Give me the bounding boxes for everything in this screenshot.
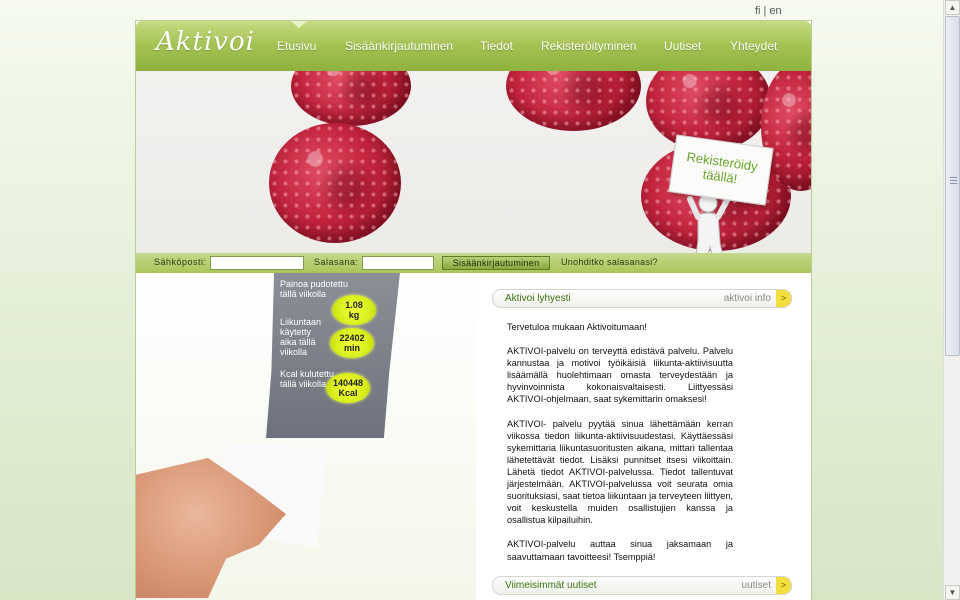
password-field[interactable] [362, 256, 434, 270]
info-paragraph: AKTIVOI-palvelu auttaa sinua jaksamaan j… [507, 539, 733, 562]
stat-exercise-badge: 22402 min [330, 328, 374, 358]
info-paragraph: AKTIVOI- palvelu pyytää sinua lähettämää… [507, 418, 733, 526]
login-submit-button[interactable]: Sisäänkirjautuminen [442, 256, 550, 270]
stat-kcal-badge: 140448 Kcal [326, 373, 370, 403]
stat-exercise-value: 22402 [339, 333, 365, 343]
raspberry-image [291, 71, 411, 126]
stat-kcal-value: 140448 [332, 378, 364, 388]
stat-kcal-unit: Kcal [338, 388, 358, 398]
scroll-down-arrow-icon[interactable]: ▼ [945, 585, 960, 600]
language-separator: | [763, 5, 767, 17]
email-label: Sähköposti: [154, 257, 207, 267]
torn-paper-panel: Painoa pudotettu tällä viikolla 1.08 kg … [266, 273, 400, 438]
info-box-header: Aktivoi lyhyesti aktivoi info > [492, 289, 792, 308]
stat-weight-badge: 1.08 kg [332, 295, 376, 325]
info-box-body: Tervetuloa mukaan Aktivoitumaan! AKTIVOI… [507, 321, 733, 575]
news-box-link[interactable]: uutiset [742, 580, 771, 591]
email-field[interactable] [210, 256, 304, 270]
nav-item-sisaankirjautuminen[interactable]: Sisäänkirjautuminen [345, 39, 453, 53]
nav-item-uutiset[interactable]: Uutiset [664, 39, 701, 53]
raspberry-image [269, 123, 401, 243]
nav-item-rekisteroityminen[interactable]: Rekisteröityminen [541, 39, 636, 53]
language-link-fi[interactable]: fi [755, 5, 761, 17]
arrow-right-icon[interactable]: > [776, 290, 791, 307]
info-box-link[interactable]: aktivoi info [724, 293, 771, 304]
site-logo[interactable]: Aktivoi [156, 27, 255, 57]
scroll-up-arrow-icon[interactable]: ▲ [945, 0, 960, 15]
password-label: Salasana: [314, 257, 359, 267]
login-bar: Sähköposti: Salasana: Sisäänkirjautumine… [136, 253, 811, 273]
forgot-password-link[interactable]: Unohditko salasanasi? [561, 257, 658, 267]
raspberry-image [506, 71, 641, 131]
news-box-header: Viimeisimmät uutiset uutiset > [492, 576, 792, 595]
scrollbar-thumb[interactable] [945, 16, 960, 356]
nav-item-tiedot[interactable]: Tiedot [480, 39, 513, 53]
page-frame: Aktivoi Etusivu Sisäänkirjautuminen Tied… [135, 20, 812, 600]
stats-illustration: Painoa pudotettu tällä viikolla 1.08 kg … [136, 273, 476, 600]
language-link-en[interactable]: en [769, 5, 781, 17]
stat-weight-unit: kg [348, 310, 360, 320]
stat-exercise-label: Liikuntaan käytetty aika tällä viikolla [280, 317, 322, 357]
arrow-right-icon[interactable]: > [776, 577, 791, 594]
nav-item-etusivu[interactable]: Etusivu [277, 39, 316, 53]
stat-exercise-unit: min [343, 343, 360, 353]
header-bar: Aktivoi Etusivu Sisäänkirjautuminen Tied… [136, 21, 811, 71]
stat-weight-value: 1.08 [345, 300, 363, 310]
vertical-scrollbar[interactable]: ▲ ▼ [943, 0, 960, 600]
info-paragraph: AKTIVOI-palvelu on terveyttä edistävä pa… [507, 346, 733, 405]
hero-banner: Rekisteröidy täällä! [136, 71, 811, 253]
active-nav-pointer-icon [291, 21, 307, 28]
nav-item-yhteydet[interactable]: Yhteydet [730, 39, 777, 53]
info-paragraph: Tervetuloa mukaan Aktivoitumaan! [507, 322, 647, 332]
news-box-title: Viimeisimmät uutiset [505, 580, 597, 591]
language-switcher: fi | en [755, 5, 782, 17]
info-box-title: Aktivoi lyhyesti [505, 293, 571, 304]
